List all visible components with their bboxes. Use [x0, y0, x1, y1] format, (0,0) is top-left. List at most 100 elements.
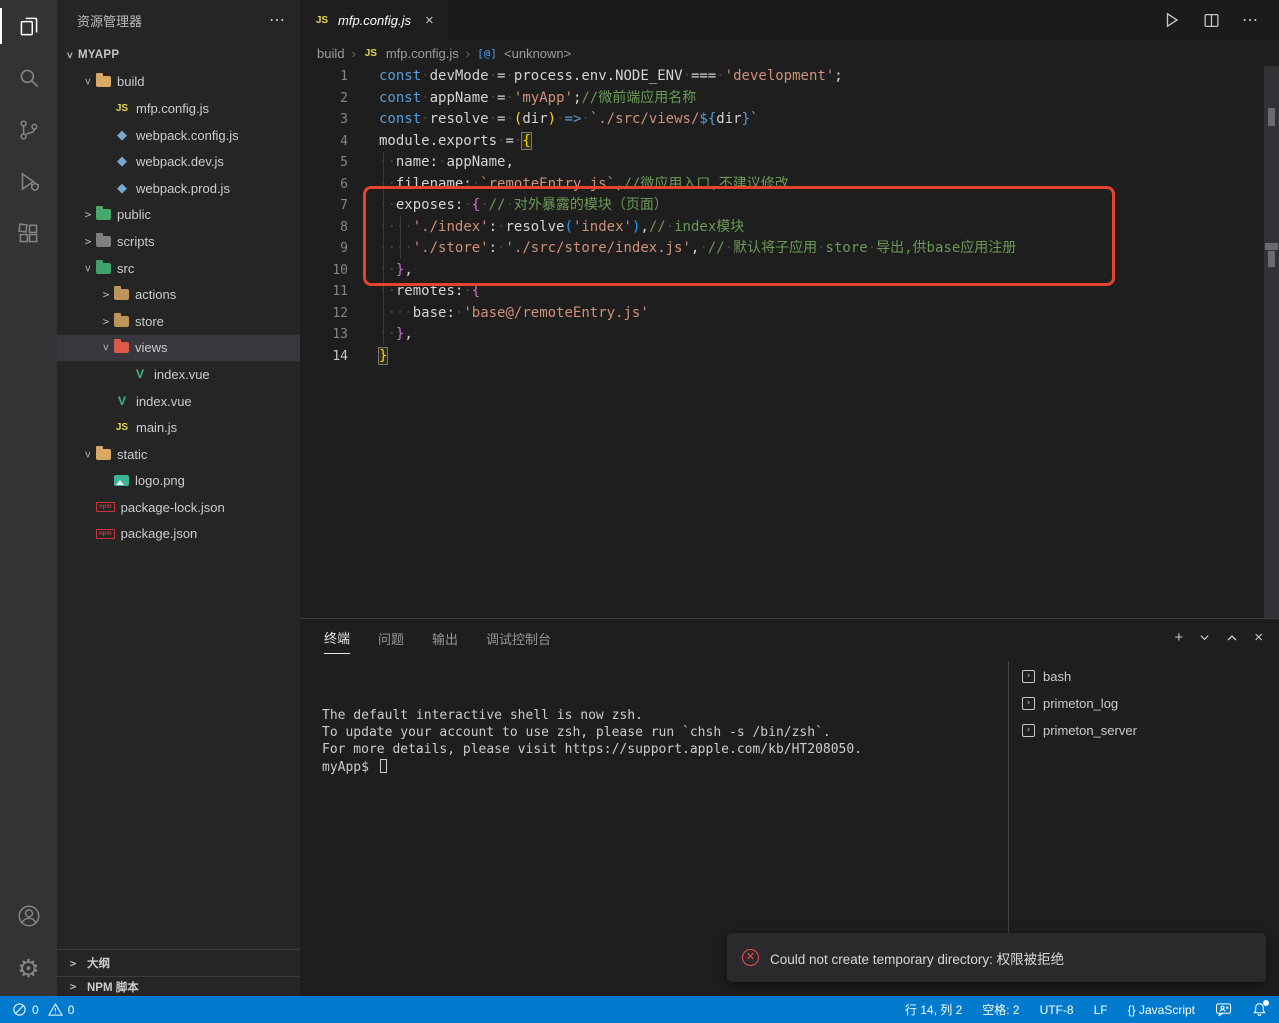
outline-label: 大纲 — [87, 955, 110, 971]
code-line-3[interactable]: 3const·resolve·=·(dir)·=>·`./src/views/$… — [300, 109, 1264, 131]
line-number: 12 — [300, 303, 348, 325]
breadcrumb[interactable]: build › JS mfp.config.js › [@] <unknown> — [300, 40, 1279, 66]
terminal-icon: › — [1022, 697, 1035, 710]
js-file-icon: JS — [114, 422, 130, 433]
tab-label: mfp.config.js — [338, 13, 411, 28]
code-line-13[interactable]: 13··}, — [300, 324, 1264, 346]
line-number: 5 — [300, 152, 348, 174]
terminal-instance-primeton_server[interactable]: ›primeton_server — [1022, 717, 1273, 744]
breadcrumb-file[interactable]: mfp.config.js — [386, 46, 459, 61]
tree-item-mfp-config-js[interactable]: JSmfp.config.js — [57, 95, 300, 122]
tree-item-static[interactable]: >static — [57, 441, 300, 468]
language-mode[interactable]: {} JavaScript — [1128, 1003, 1195, 1017]
panel-tab-inactive[interactable]: 调试控制台 — [486, 623, 551, 654]
code-line-14[interactable]: 14} — [300, 346, 1264, 368]
js-file-icon: JS — [314, 15, 330, 26]
split-editor-icon[interactable] — [1203, 12, 1220, 29]
line-number: 4 — [300, 131, 348, 153]
tree-item-webpack-config-js[interactable]: ◆webpack.config.js — [57, 122, 300, 149]
annotation-box — [363, 186, 1115, 286]
maximize-panel-icon[interactable] — [1226, 632, 1238, 644]
tree-item-build[interactable]: >build — [57, 69, 300, 96]
terminal-prompt[interactable]: myApp$ — [322, 759, 862, 776]
notifications-bell-icon[interactable] — [1252, 1002, 1267, 1017]
new-terminal-icon[interactable]: + — [1174, 629, 1183, 646]
folder-icon — [114, 316, 129, 327]
editor-more-actions-icon[interactable]: ⋯ — [1242, 10, 1259, 30]
tree-item-index-vue[interactable]: Vindex.vue — [57, 361, 300, 388]
folder-icon — [114, 289, 129, 300]
panel-tab-active[interactable]: 终端 — [324, 622, 350, 654]
tree-item-package-lock-json[interactable]: npmpackage-lock.json — [57, 494, 300, 521]
code-line-12[interactable]: 12····base:·'base@/remoteEntry.js' — [300, 303, 1264, 325]
tree-item-label: MYAPP — [78, 49, 119, 61]
line-number: 3 — [300, 109, 348, 131]
tree-item-src[interactable]: >src — [57, 255, 300, 282]
terminal-instance-label: bash — [1043, 669, 1071, 684]
terminal-instance-label: primeton_server — [1043, 723, 1137, 738]
activity-bar: ⚙ — [0, 0, 57, 996]
tree-item-actions[interactable]: >actions — [57, 281, 300, 308]
encoding[interactable]: UTF-8 — [1040, 1003, 1074, 1017]
chevron-icon: > — [82, 74, 95, 90]
close-panel-icon[interactable]: × — [1254, 629, 1263, 646]
tree-item-label: scripts — [117, 234, 155, 249]
terminal-output[interactable]: The default interactive shell is now zsh… — [322, 707, 862, 776]
tree-item-scripts[interactable]: >scripts — [57, 228, 300, 255]
explorer-more-actions-icon[interactable]: ⋯ — [269, 10, 286, 30]
tree-item-myapp[interactable]: >MYAPP — [57, 42, 300, 69]
code-line-4[interactable]: 4module.exports·=·{ — [300, 131, 1264, 153]
notification-toast[interactable]: ✕ Could not create temporary directory: … — [727, 933, 1266, 982]
breadcrumb-folder[interactable]: build — [317, 46, 344, 61]
chevron-icon: > — [98, 315, 114, 328]
tree-item-logo-png[interactable]: logo.png — [57, 468, 300, 495]
error-icon: ✕ — [742, 949, 759, 966]
indentation-setting[interactable]: 空格: 2 — [982, 1001, 1019, 1018]
tree-item-webpack-prod-js[interactable]: ◆webpack.prod.js — [57, 175, 300, 202]
terminal-instance-bash[interactable]: ›bash — [1022, 663, 1273, 690]
npm-scripts-section[interactable]: > NPM 脚本 — [57, 976, 300, 996]
files-icon[interactable] — [0, 0, 57, 52]
eol-sequence[interactable]: LF — [1094, 1003, 1108, 1017]
chevron-right-icon: > — [65, 980, 81, 993]
line-number: 9 — [300, 238, 348, 260]
extensions-icon[interactable] — [0, 208, 57, 260]
panel-tab-inactive[interactable]: 输出 — [432, 623, 458, 654]
code-line-2[interactable]: 2const·appName·=·'myApp';//微前端应用名称 — [300, 88, 1264, 110]
terminal-instance-primeton_log[interactable]: ›primeton_log — [1022, 690, 1273, 717]
tab-mfp-config[interactable]: JS mfp.config.js × — [300, 0, 448, 40]
file-tree: >MYAPP>buildJSmfp.config.js◆webpack.conf… — [57, 42, 300, 547]
editor-scrollbar[interactable] — [1264, 66, 1279, 618]
tab-close-icon[interactable]: × — [425, 12, 434, 29]
problems-indicator[interactable]: 0 0 — [12, 1002, 74, 1017]
vue-file-icon: V — [114, 394, 130, 408]
explorer-title: 资源管理器 — [77, 11, 142, 30]
chevron-icon: > — [98, 288, 114, 301]
breadcrumb-symbol[interactable]: <unknown> — [504, 46, 571, 61]
run-file-icon[interactable] — [1163, 11, 1181, 29]
tree-item-label: webpack.prod.js — [136, 181, 230, 196]
terminal-dropdown-icon[interactable] — [1199, 632, 1210, 643]
tree-item-main-js[interactable]: JSmain.js — [57, 414, 300, 441]
explorer-sidebar: 资源管理器 ⋯ >MYAPP>buildJSmfp.config.js◆webp… — [57, 0, 300, 996]
code-line-1[interactable]: 1const·devMode·=·process.env.NODE_ENV·==… — [300, 66, 1264, 88]
tree-item-public[interactable]: >public — [57, 202, 300, 229]
folder-icon — [96, 209, 111, 220]
tree-item-views[interactable]: >views — [57, 335, 300, 362]
panel-tab-inactive[interactable]: 问题 — [378, 623, 404, 654]
tree-item-store[interactable]: >store — [57, 308, 300, 335]
search-icon[interactable] — [0, 52, 57, 104]
cursor-position[interactable]: 行 14, 列 2 — [905, 1001, 962, 1018]
feedback-icon[interactable] — [1215, 1002, 1232, 1017]
tree-item-webpack-dev-js[interactable]: ◆webpack.dev.js — [57, 148, 300, 175]
tree-item-index-vue[interactable]: Vindex.vue — [57, 388, 300, 415]
code-line-5[interactable]: 5··name:·appName, — [300, 152, 1264, 174]
line-number: 6 — [300, 174, 348, 196]
settings-gear-icon[interactable]: ⚙ — [0, 942, 57, 994]
run-debug-icon[interactable] — [0, 156, 57, 208]
account-icon[interactable] — [0, 890, 57, 942]
source-control-icon[interactable] — [0, 104, 57, 156]
chevron-icon: > — [82, 446, 95, 462]
tree-item-package-json[interactable]: npmpackage.json — [57, 521, 300, 548]
outline-section[interactable]: > 大纲 — [57, 949, 300, 976]
